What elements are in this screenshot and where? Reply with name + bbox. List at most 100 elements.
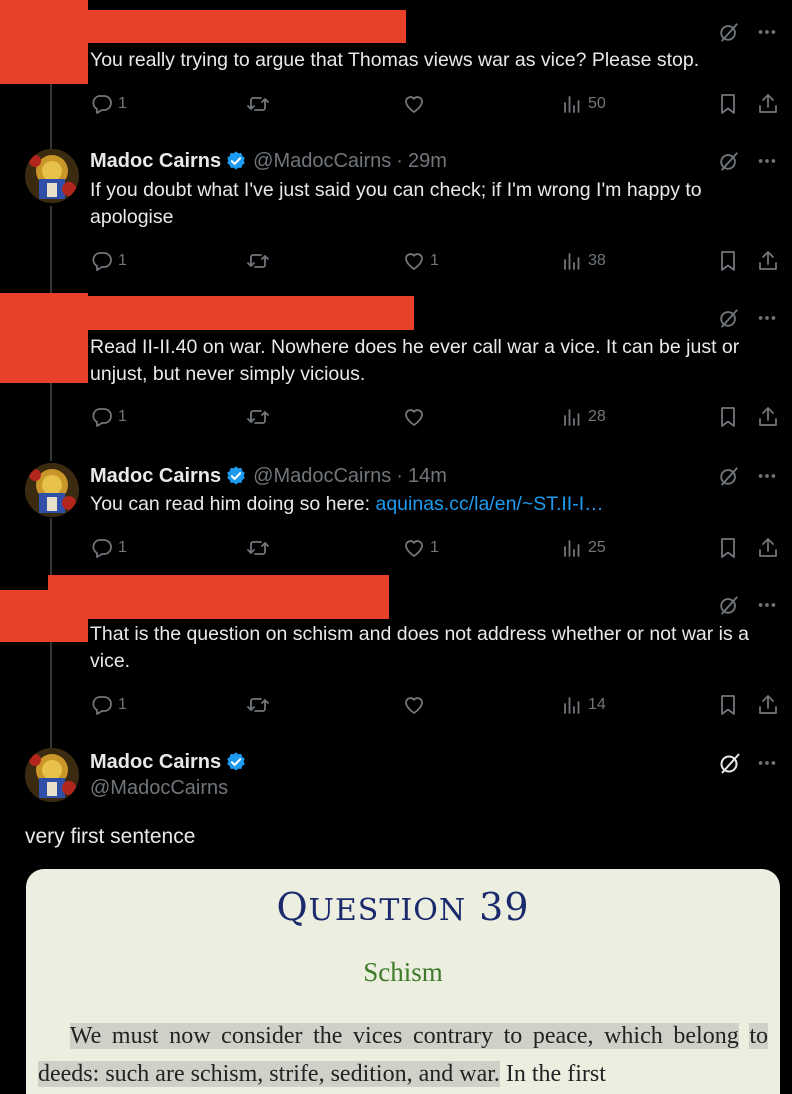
reply-button[interactable]: 1 <box>90 92 127 116</box>
grok-icon[interactable] <box>718 21 740 43</box>
tweet-header: Madoc Cairns @MadocCairns · 29m <box>90 148 447 174</box>
tweet[interactable]: Madoc Cairns @MadocCairns · 29m If you d… <box>0 146 792 286</box>
retweet-icon <box>247 541 269 555</box>
tweet[interactable]: Read II-II.40 on war. Nowhere does he ev… <box>0 293 792 443</box>
focused-tweet-text: very first sentence <box>25 825 196 848</box>
views-icon <box>564 96 580 113</box>
share-button[interactable] <box>756 536 780 560</box>
grok-icon[interactable] <box>718 150 740 172</box>
bookmark-button[interactable] <box>716 536 740 560</box>
like-button[interactable]: 1 <box>402 249 439 273</box>
more-icon[interactable] <box>756 307 778 329</box>
grok-icon[interactable] <box>718 594 740 616</box>
more-icon[interactable] <box>756 465 778 487</box>
reply-button[interactable]: 1 <box>90 536 127 560</box>
image-body-rest: In the first <box>499 1061 606 1087</box>
bookmark-button[interactable] <box>716 92 740 116</box>
tweet-actions: 1 50 <box>90 92 780 116</box>
retweet-icon <box>247 410 269 424</box>
author-name[interactable]: Madoc Cairns <box>90 465 221 488</box>
views-count: 25 <box>588 539 606 556</box>
tweet-header: Madoc Cairns @MadocCairns · 14m <box>90 463 447 489</box>
share-icon <box>759 94 777 113</box>
bookmark-icon <box>721 695 735 715</box>
reply-button[interactable]: 1 <box>90 249 127 273</box>
retweet-icon <box>247 698 269 712</box>
author-name[interactable]: Madoc Cairns <box>90 150 221 173</box>
views-count: 50 <box>588 95 606 112</box>
retweet-button[interactable] <box>246 693 270 717</box>
focused-author: Madoc Cairns @MadocCairns <box>90 749 253 801</box>
retweet-button[interactable] <box>246 405 270 429</box>
views-icon <box>564 253 580 270</box>
tweet-actions: 1 1 38 <box>90 249 780 273</box>
reply-count: 1 <box>118 95 127 112</box>
views-button[interactable]: 38 <box>560 249 606 273</box>
tweet-link[interactable]: aquinas.cc/la/en/~ST.II-I… <box>375 493 603 515</box>
bookmark-button[interactable] <box>716 405 740 429</box>
highlighted-text: We must now consider the vices contrary … <box>69 1023 739 1049</box>
separator-dot: · <box>396 149 403 172</box>
attached-image[interactable]: QUESTION 39 Schism We must now consider … <box>26 869 780 1094</box>
share-icon <box>759 538 777 557</box>
grok-icon[interactable] <box>718 307 740 329</box>
views-count: 28 <box>588 408 606 425</box>
avatar[interactable] <box>25 463 79 517</box>
views-icon <box>564 409 580 426</box>
like-button[interactable] <box>402 92 426 116</box>
share-button[interactable] <box>756 92 780 116</box>
tweet[interactable]: You really trying to argue that Thomas v… <box>0 0 792 140</box>
reply-count: 1 <box>118 696 127 713</box>
more-icon[interactable] <box>756 752 778 774</box>
like-button[interactable]: 1 <box>402 536 439 560</box>
author-name[interactable]: Madoc Cairns <box>90 751 221 774</box>
redacted-author <box>0 0 88 84</box>
share-button[interactable] <box>756 405 780 429</box>
avatar[interactable] <box>25 748 79 802</box>
views-icon <box>564 697 580 714</box>
redacted-author <box>48 575 389 619</box>
share-button[interactable] <box>756 693 780 717</box>
tweet[interactable]: Madoc Cairns @MadocCairns · 14m You can … <box>0 461 792 581</box>
grok-icon[interactable] <box>718 465 740 487</box>
reply-count: 1 <box>118 408 127 425</box>
author-handle[interactable]: @MadocCairns <box>253 465 391 488</box>
like-button[interactable] <box>402 405 426 429</box>
tweet-actions: 1 14 <box>90 693 780 717</box>
retweet-button[interactable] <box>246 92 270 116</box>
avatar[interactable] <box>25 149 79 203</box>
more-icon[interactable] <box>756 150 778 172</box>
author-handle[interactable]: @MadocCairns <box>90 775 253 801</box>
like-icon <box>405 409 423 426</box>
more-icon[interactable] <box>756 594 778 616</box>
share-icon <box>759 251 777 270</box>
reply-icon <box>92 252 112 271</box>
views-button[interactable]: 14 <box>560 693 606 717</box>
like-button[interactable] <box>402 693 426 717</box>
author-handle[interactable]: @MadocCairns <box>253 150 391 173</box>
tweet-time[interactable]: 14m <box>408 465 447 488</box>
reply-button[interactable]: 1 <box>90 693 127 717</box>
views-count: 38 <box>588 252 606 269</box>
reply-button[interactable]: 1 <box>90 405 127 429</box>
retweet-button[interactable] <box>246 536 270 560</box>
share-button[interactable] <box>756 249 780 273</box>
verified-badge-icon <box>227 752 245 771</box>
like-icon <box>405 540 423 557</box>
retweet-icon <box>247 254 269 268</box>
redacted-author <box>80 296 414 330</box>
views-button[interactable]: 25 <box>560 536 606 560</box>
redacted-author <box>80 10 406 43</box>
grok-icon[interactable] <box>718 751 742 775</box>
bookmark-icon <box>721 251 735 271</box>
bookmark-icon <box>721 94 735 114</box>
views-button[interactable]: 28 <box>560 405 606 429</box>
tweet[interactable]: That is the question on schism and does … <box>0 575 792 725</box>
bookmark-button[interactable] <box>716 249 740 273</box>
bookmark-button[interactable] <box>716 693 740 717</box>
views-button[interactable]: 50 <box>560 92 606 116</box>
tweet-time[interactable]: 29m <box>408 150 447 173</box>
retweet-button[interactable] <box>246 249 270 273</box>
more-icon[interactable] <box>756 21 778 43</box>
redacted-author <box>0 293 88 383</box>
